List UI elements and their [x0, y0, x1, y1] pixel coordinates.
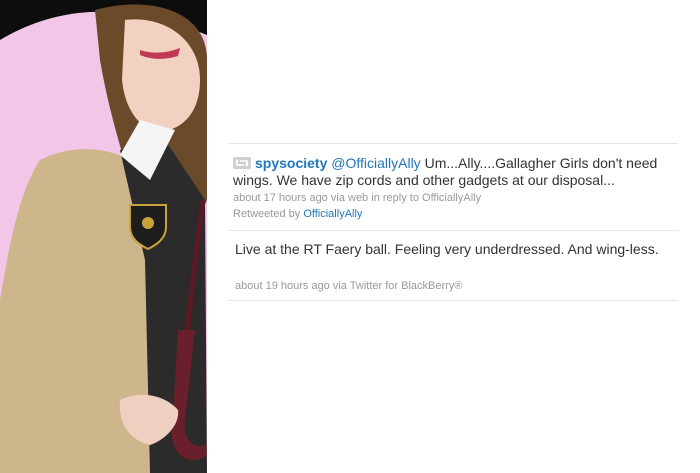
tweet-source[interactable]: Twitter for BlackBerry® [350, 280, 463, 292]
retweet-icon [233, 156, 251, 169]
tweet-meta: about 19 hours ago via Twitter for Black… [235, 280, 462, 293]
tweet-meta: about 17 hours ago via web in reply to O… [233, 192, 481, 205]
tweet-item[interactable]: spysociety @OfficiallyAlly Um...Ally....… [228, 144, 678, 231]
tweet-mention-link[interactable]: @OfficiallyAlly [331, 155, 420, 171]
retweet-info: Retweeted by OfficiallyAlly [233, 208, 362, 221]
in-reply-label: in reply to [371, 192, 419, 204]
via-label: via [330, 192, 345, 204]
tweet-timestamp[interactable]: about 17 hours ago [233, 192, 328, 204]
background-photo [0, 0, 207, 473]
retweeted-by-label: Retweeted by [233, 208, 301, 220]
tweet-item[interactable]: Live at the RT Faery ball. Feeling very … [228, 231, 678, 301]
reply-to-link[interactable]: OfficiallyAlly [422, 192, 481, 204]
tweet-source[interactable]: web [348, 192, 368, 204]
via-label: via [332, 280, 347, 292]
tweet-text: spysociety @OfficiallyAlly Um...Ally....… [233, 155, 665, 189]
tweet-text: Live at the RT Faery ball. Feeling very … [235, 241, 659, 257]
tweet-timestamp[interactable]: about 19 hours ago [235, 280, 330, 292]
retweeted-by-link[interactable]: OfficiallyAlly [303, 208, 362, 220]
tweet-username[interactable]: spysociety [255, 155, 327, 171]
